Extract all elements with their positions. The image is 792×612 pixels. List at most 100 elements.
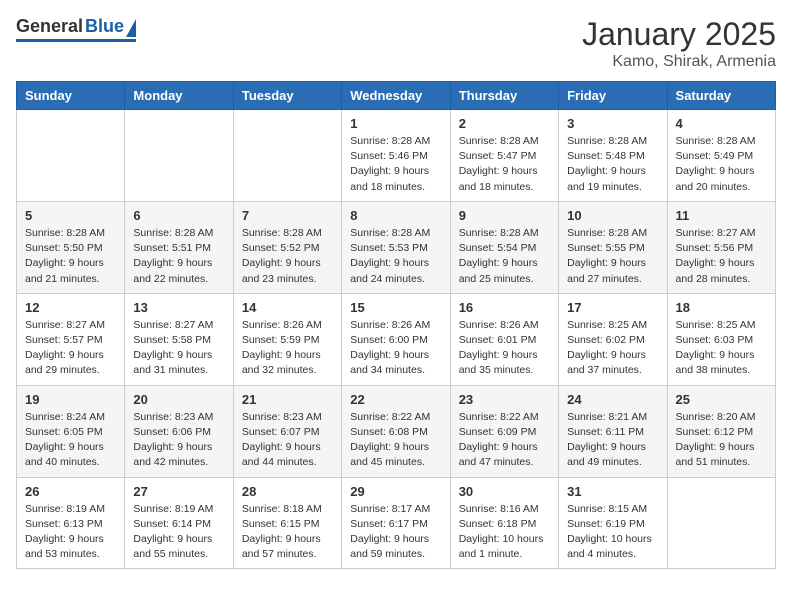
logo: General Blue	[16, 16, 136, 42]
calendar-week-row: 12Sunrise: 8:27 AMSunset: 5:57 PMDayligh…	[17, 293, 776, 385]
table-row: 10 Sunrise: 8:28 AMSunset: 5:55 PMDayligh…	[559, 201, 667, 293]
day-info: Sunrise: 8:28 AMSunset: 5:52 PMDaylight:…	[242, 226, 333, 287]
day-number: 7	[242, 208, 333, 223]
day-info: Sunrise: 8:28 AMSunset: 5:49 PMDaylight:…	[676, 134, 767, 195]
day-info: Sunrise: 8:25 AMSunset: 6:03 PMDaylight:…	[676, 318, 767, 379]
day-number: 31	[567, 484, 658, 499]
logo-general-text: General	[16, 16, 83, 37]
day-number: 9	[459, 208, 550, 223]
table-row: 13Sunrise: 8:27 AMSunset: 5:58 PMDayligh…	[125, 293, 233, 385]
day-info: Sunrise: 8:27 AMSunset: 5:57 PMDaylight:…	[25, 318, 116, 379]
day-info: Sunrise: 8:21 AMSunset: 6:11 PMDaylight:…	[567, 410, 658, 471]
table-row: 1Sunrise: 8:28 AMSunset: 5:46 PMDaylight…	[342, 110, 450, 202]
day-info: Sunrise: 8:16 AMSunset: 6:18 PMDaylight:…	[459, 502, 550, 563]
day-number: 23	[459, 392, 550, 407]
day-number: 6	[133, 208, 224, 223]
day-number: 18	[676, 300, 767, 315]
day-number: 25	[676, 392, 767, 407]
day-number: 4	[676, 116, 767, 131]
day-info: Sunrise: 8:26 AMSunset: 5:59 PMDaylight:…	[242, 318, 333, 379]
day-info: Sunrise: 8:26 AMSunset: 6:01 PMDaylight:…	[459, 318, 550, 379]
calendar-table: Sunday Monday Tuesday Wednesday Thursday…	[16, 81, 776, 569]
logo-underline	[16, 39, 136, 42]
day-number: 10	[567, 208, 658, 223]
table-row: 3 Sunrise: 8:28 AMSunset: 5:48 PMDaylight…	[559, 110, 667, 202]
day-info: Sunrise: 8:28 AMSunset: 5:53 PMDaylight:…	[350, 226, 441, 287]
header-monday: Monday	[125, 82, 233, 110]
table-row: 6 Sunrise: 8:28 AMSunset: 5:51 PMDaylight…	[125, 201, 233, 293]
day-number: 5	[25, 208, 116, 223]
day-info: Sunrise: 8:28 AMSunset: 5:47 PMDaylight:…	[459, 134, 550, 195]
day-number: 28	[242, 484, 333, 499]
day-number: 29	[350, 484, 441, 499]
calendar-week-row: 19 Sunrise: 8:24 AMSunset: 6:05 PMDayligh…	[17, 385, 776, 477]
table-row: 28Sunrise: 8:18 AMSunset: 6:15 PMDayligh…	[233, 477, 341, 569]
header-wednesday: Wednesday	[342, 82, 450, 110]
day-info: Sunrise: 8:28 AMSunset: 5:46 PMDaylight:…	[350, 134, 441, 195]
day-info: Sunrise: 8:28 AMSunset: 5:51 PMDaylight:…	[133, 226, 224, 287]
table-row: 21 Sunrise: 8:23 AMSunset: 6:07 PMDayligh…	[233, 385, 341, 477]
day-number: 16	[459, 300, 550, 315]
table-row: 2 Sunrise: 8:28 AMSunset: 5:47 PMDaylight…	[450, 110, 558, 202]
day-number: 14	[242, 300, 333, 315]
day-number: 8	[350, 208, 441, 223]
day-number: 2	[459, 116, 550, 131]
table-row: 22 Sunrise: 8:22 AMSunset: 6:08 PMDayligh…	[342, 385, 450, 477]
table-row	[17, 110, 125, 202]
day-number: 3	[567, 116, 658, 131]
logo-triangle-icon	[126, 19, 136, 37]
day-number: 22	[350, 392, 441, 407]
day-number: 27	[133, 484, 224, 499]
calendar-title: January 2025	[582, 16, 776, 53]
day-info: Sunrise: 8:25 AMSunset: 6:02 PMDaylight:…	[567, 318, 658, 379]
table-row: 5 Sunrise: 8:28 AMSunset: 5:50 PMDaylight…	[17, 201, 125, 293]
logo-blue-text: Blue	[85, 16, 124, 37]
day-info: Sunrise: 8:20 AMSunset: 6:12 PMDaylight:…	[676, 410, 767, 471]
day-info: Sunrise: 8:28 AMSunset: 5:54 PMDaylight:…	[459, 226, 550, 287]
day-number: 30	[459, 484, 550, 499]
table-row: 8 Sunrise: 8:28 AMSunset: 5:53 PMDaylight…	[342, 201, 450, 293]
day-number: 15	[350, 300, 441, 315]
table-row: 31 Sunrise: 8:15 AMSunset: 6:19 PMDayligh…	[559, 477, 667, 569]
day-info: Sunrise: 8:28 AMSunset: 5:48 PMDaylight:…	[567, 134, 658, 195]
table-row: 26Sunrise: 8:19 AMSunset: 6:13 PMDayligh…	[17, 477, 125, 569]
table-row: 11 Sunrise: 8:27 AMSunset: 5:56 PMDayligh…	[667, 201, 775, 293]
day-info: Sunrise: 8:23 AMSunset: 6:06 PMDaylight:…	[133, 410, 224, 471]
table-row: 25 Sunrise: 8:20 AMSunset: 6:12 PMDayligh…	[667, 385, 775, 477]
table-row	[667, 477, 775, 569]
table-row: 29 Sunrise: 8:17 AMSunset: 6:17 PMDayligh…	[342, 477, 450, 569]
table-row: 14 Sunrise: 8:26 AMSunset: 5:59 PMDayligh…	[233, 293, 341, 385]
day-number: 11	[676, 208, 767, 223]
day-info: Sunrise: 8:28 AMSunset: 5:50 PMDaylight:…	[25, 226, 116, 287]
day-info: Sunrise: 8:26 AMSunset: 6:00 PMDaylight:…	[350, 318, 441, 379]
weekday-header-row: Sunday Monday Tuesday Wednesday Thursday…	[17, 82, 776, 110]
day-number: 19	[25, 392, 116, 407]
header-sunday: Sunday	[17, 82, 125, 110]
table-row: 16 Sunrise: 8:26 AMSunset: 6:01 PMDayligh…	[450, 293, 558, 385]
day-info: Sunrise: 8:19 AMSunset: 6:14 PMDaylight:…	[133, 502, 224, 563]
day-info: Sunrise: 8:28 AMSunset: 5:55 PMDaylight:…	[567, 226, 658, 287]
day-info: Sunrise: 8:27 AMSunset: 5:56 PMDaylight:…	[676, 226, 767, 287]
calendar-week-row: 5 Sunrise: 8:28 AMSunset: 5:50 PMDaylight…	[17, 201, 776, 293]
table-row: 18 Sunrise: 8:25 AMSunset: 6:03 PMDayligh…	[667, 293, 775, 385]
day-number: 26	[25, 484, 116, 499]
table-row	[125, 110, 233, 202]
day-number: 21	[242, 392, 333, 407]
table-row: 15 Sunrise: 8:26 AMSunset: 6:00 PMDayligh…	[342, 293, 450, 385]
calendar-subtitle: Kamo, Shirak, Armenia	[582, 53, 776, 71]
table-row: 9 Sunrise: 8:28 AMSunset: 5:54 PMDaylight…	[450, 201, 558, 293]
calendar-week-row: 26Sunrise: 8:19 AMSunset: 6:13 PMDayligh…	[17, 477, 776, 569]
day-info: Sunrise: 8:15 AMSunset: 6:19 PMDaylight:…	[567, 502, 658, 563]
header-friday: Friday	[559, 82, 667, 110]
day-info: Sunrise: 8:23 AMSunset: 6:07 PMDaylight:…	[242, 410, 333, 471]
title-section: January 2025 Kamo, Shirak, Armenia	[582, 16, 776, 71]
day-info: Sunrise: 8:22 AMSunset: 6:08 PMDaylight:…	[350, 410, 441, 471]
header-tuesday: Tuesday	[233, 82, 341, 110]
day-number: 17	[567, 300, 658, 315]
day-number: 24	[567, 392, 658, 407]
day-info: Sunrise: 8:17 AMSunset: 6:17 PMDaylight:…	[350, 502, 441, 563]
day-info: Sunrise: 8:27 AMSunset: 5:58 PMDaylight:…	[133, 318, 224, 379]
table-row	[233, 110, 341, 202]
day-info: Sunrise: 8:24 AMSunset: 6:05 PMDaylight:…	[25, 410, 116, 471]
header-saturday: Saturday	[667, 82, 775, 110]
